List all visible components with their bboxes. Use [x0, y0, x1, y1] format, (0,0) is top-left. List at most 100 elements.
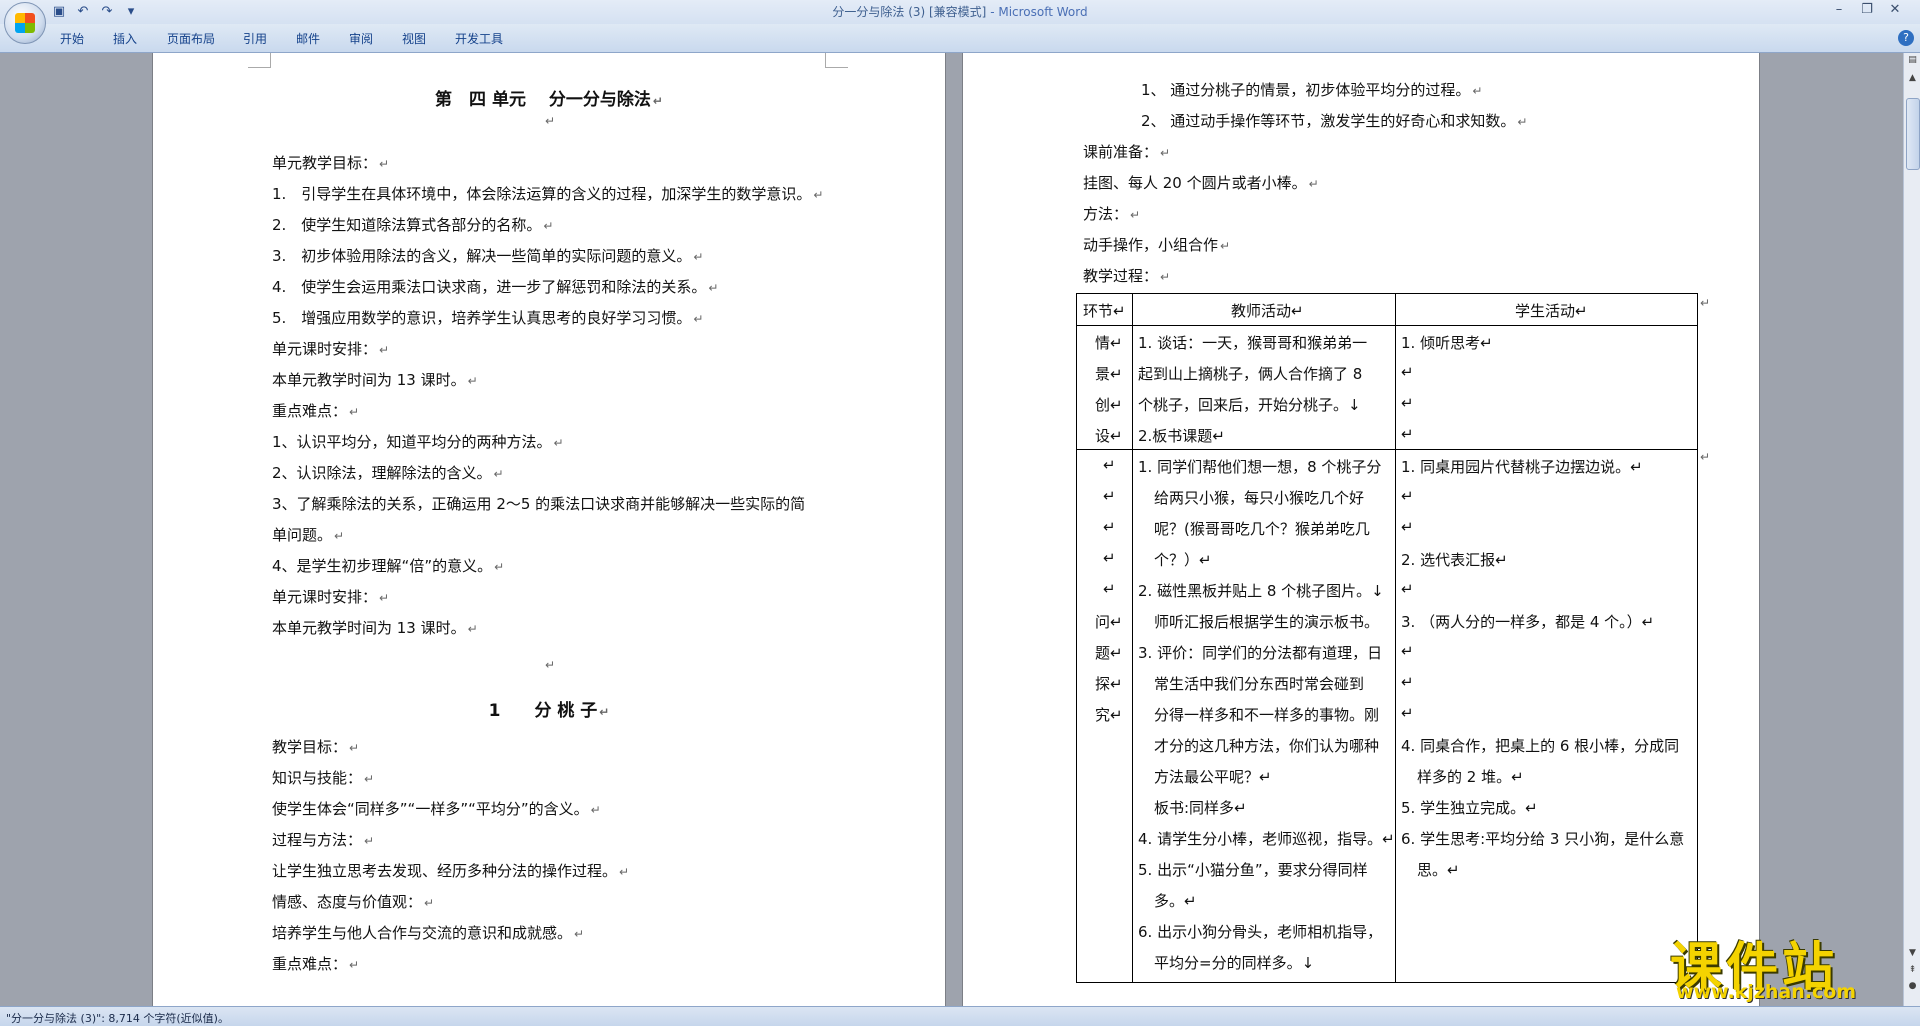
table-cell: ↵	[1401, 425, 1414, 443]
text-line: 本单元教学时间为 13 课时。 ↵	[272, 371, 478, 389]
text-line: 教学目标： ↵	[272, 738, 360, 756]
status-bar: "分一分与除法 (3)": 8,714 个字符(近似值)。	[0, 1006, 1920, 1026]
text-line: 动手操作，小组合作 ↵	[1083, 236, 1231, 254]
text-line: 方法： ↵	[1083, 205, 1141, 223]
table-col-line	[1132, 294, 1133, 982]
table-cell: 6. 学生思考:平均分给 3 只小狗，是什么意	[1401, 830, 1685, 848]
tab-developer[interactable]: 开发工具	[455, 30, 503, 47]
window-title: 分一分与除法 (3) [兼容模式] - Microsoft Word	[0, 3, 1920, 20]
text-line: 单元教学目标： ↵	[272, 154, 390, 172]
ruler-toggle-icon[interactable]: ▤	[1906, 55, 1919, 69]
tab-view[interactable]: 视图	[402, 30, 426, 47]
table-cell: 设↵	[1095, 427, 1123, 445]
tab-insert[interactable]: 插入	[113, 30, 137, 47]
table-cell: 6. 出示小狗分骨头，老师相机指导，	[1138, 923, 1383, 941]
table-cell: ↵	[1103, 487, 1116, 505]
table-cell: 才分的这几种方法，你们认为哪种	[1154, 737, 1380, 755]
text-line: 过程与方法： ↵	[272, 831, 375, 849]
table-cell: 究↵	[1095, 706, 1123, 724]
text-line: 2. 使学生知道除法算式各部分的名称。 ↵	[272, 216, 554, 234]
table-row-line	[1077, 325, 1697, 326]
table-cell: 呢？(猴哥哥吃几个？猴弟弟吃几	[1154, 520, 1370, 538]
table-cell: ↵	[1401, 363, 1414, 381]
table-cell: 2.板书课题↵	[1138, 427, 1225, 445]
restore-icon[interactable]: ❐	[1853, 0, 1881, 20]
table-cell: ↵	[1401, 394, 1414, 412]
close-icon[interactable]: ✕	[1881, 0, 1909, 20]
table-cell: 5. 出示“小猫分鱼”，要求分得同样	[1138, 861, 1368, 879]
text-line: 课前准备： ↵	[1083, 143, 1171, 161]
table-cell: 2. 选代表汇报↵	[1401, 551, 1508, 569]
table-header: 学生活动↵	[1515, 302, 1588, 320]
scroll-thumb[interactable]	[1906, 98, 1920, 170]
minimize-icon[interactable]: –	[1825, 0, 1853, 20]
table-cell: 多。↵	[1154, 892, 1197, 910]
table-cell: 3. 评价：同学们的分法都有道理，日	[1138, 644, 1383, 662]
table-cell: ↵	[1103, 580, 1116, 598]
text-line: 5. 增强应用数学的意识，培养学生认真思考的良好学习习惯。 ↵	[272, 309, 704, 327]
table-cell: ↵	[1103, 549, 1116, 567]
tab-home[interactable]: 开始	[60, 30, 84, 47]
word-count-status[interactable]: "分一分与除法 (3)": 8,714 个字符(近似值)。	[6, 1010, 229, 1026]
text-line: 重点难点： ↵	[272, 955, 360, 973]
table-cell: 创↵	[1095, 396, 1123, 414]
table-cell: 板书:同样多↵	[1154, 799, 1247, 817]
document-area: 第 四 单元 分一分与除法 ↵ ↵ 单元教学目标： ↵ 1. 引导学生在具体环境中，…	[0, 53, 1903, 1006]
document-title: 分一分与除法 (3) [兼容模式]	[832, 5, 987, 19]
table-cell: 1. 谈话：一天，猴哥哥和猴弟弟一	[1138, 334, 1368, 352]
table-cell: 常生活中我们分东西时常会碰到	[1154, 675, 1365, 693]
table-cell: ↵	[1401, 487, 1414, 505]
table-cell: ↵	[1401, 704, 1414, 722]
table-cell: 4. 请学生分小棒，老师巡视，指导。↵	[1138, 830, 1395, 848]
table-cell: 样多的 2 堆。↵	[1417, 768, 1524, 786]
table-row-line	[1077, 449, 1697, 450]
text-line: 重点难点： ↵	[272, 402, 360, 420]
table-cell: 思。↵	[1417, 861, 1460, 879]
site-watermark: 课件站 www.kjzhan.com	[1670, 925, 1910, 1005]
text-line: 2、认识除法，理解除法的含义。 ↵	[272, 464, 504, 482]
page-left[interactable]: 第 四 单元 分一分与除法 ↵ ↵ 单元教学目标： ↵ 1. 引导学生在具体环境中，…	[152, 53, 946, 1006]
table-cell: 4. 同桌合作，把桌上的 6 根小棒，分成同	[1401, 737, 1680, 755]
table-cell: ↵	[1103, 456, 1116, 474]
text-line: 1、认识平均分，知道平均分的两种方法。 ↵	[272, 433, 564, 451]
ribbon-tabs: 开始 插入 页面布局 引用 邮件 审阅 视图 开发工具 ?	[0, 24, 1920, 53]
office-button[interactable]	[4, 2, 46, 44]
tab-mailings[interactable]: 邮件	[296, 30, 320, 47]
row-end-mark: ↵	[1700, 450, 1711, 464]
table-cell: 方法最公平呢？↵	[1154, 768, 1272, 786]
vertical-scrollbar[interactable]: ▤ ▲ ▼ ⇞ ●	[1903, 53, 1920, 1006]
table-cell: 5. 学生独立完成。↵	[1401, 799, 1538, 817]
tab-review[interactable]: 审阅	[349, 30, 373, 47]
text-line: 1. 引导学生在具体环境中，体会除法运算的含义的过程，加深学生的数学意识。 ↵	[272, 185, 824, 203]
scroll-up-icon[interactable]: ▲	[1906, 73, 1919, 87]
lesson-table[interactable]: 环节↵ 教师活动↵ 学生活动↵ 情↵ 景↵ 创↵ 设↵ 1. 谈话：一天，猴哥哥…	[1076, 293, 1698, 983]
text-line: 本单元教学时间为 13 课时。 ↵	[272, 619, 478, 637]
text-line: 3. 初步体验用除法的含义，解决一些简单的实际问题的意义。 ↵	[272, 247, 704, 265]
help-icon[interactable]: ?	[1898, 30, 1914, 46]
table-cell: ↵	[1401, 673, 1414, 691]
table-header: 环节↵	[1083, 302, 1126, 320]
tab-references[interactable]: 引用	[243, 30, 267, 47]
text-line: 使学生体会“同样多”“一样多”“平均分”的含义。 ↵	[272, 800, 601, 818]
table-header: 教师活动↵	[1231, 302, 1304, 320]
unit-heading: 第 四 单元 分一分与除法 ↵	[435, 90, 663, 110]
table-cell: 2. 磁性黑板并贴上 8 个桃子图片。↓	[1138, 582, 1384, 600]
text-line: 单元课时安排： ↵	[272, 588, 390, 606]
text-line: 让学生独立思考去发现、经历多种分法的操作过程。 ↵	[272, 862, 630, 880]
row-end-mark: ↵	[1700, 296, 1711, 310]
table-cell: ↵	[1103, 518, 1116, 536]
table-cell: 平均分=分的同样多。↓	[1154, 954, 1315, 972]
text-line: 挂图、每人 20 个圆片或者小棒。 ↵	[1083, 174, 1319, 192]
paragraph-mark: ↵	[544, 114, 556, 128]
text-line: 3、了解乘除法的关系，正确运用 2～5 的乘法口诀求商并能够解决一些实际的简	[272, 495, 806, 513]
table-cell: 师听汇报后根据学生的演示板书。	[1154, 613, 1380, 631]
text-line: 情感、态度与价值观： ↵	[272, 893, 435, 911]
table-cell: 情↵	[1095, 334, 1123, 352]
table-cell: 1. 同学们帮他们想一想，8 个桃子分	[1138, 458, 1382, 476]
tab-page-layout[interactable]: 页面布局	[167, 30, 215, 47]
crop-mark	[248, 53, 271, 68]
text-line: 培养学生与他人合作与交流的意识和成就感。 ↵	[272, 924, 585, 942]
page-right[interactable]: 1、 通过分桃子的情景，初步体验平均分的过程。 ↵ 2、 通过动手操作等环节，激发…	[962, 53, 1760, 1006]
table-cell: 给两只小猴，每只小猴吃几个好	[1154, 489, 1365, 507]
crop-mark	[825, 53, 848, 68]
